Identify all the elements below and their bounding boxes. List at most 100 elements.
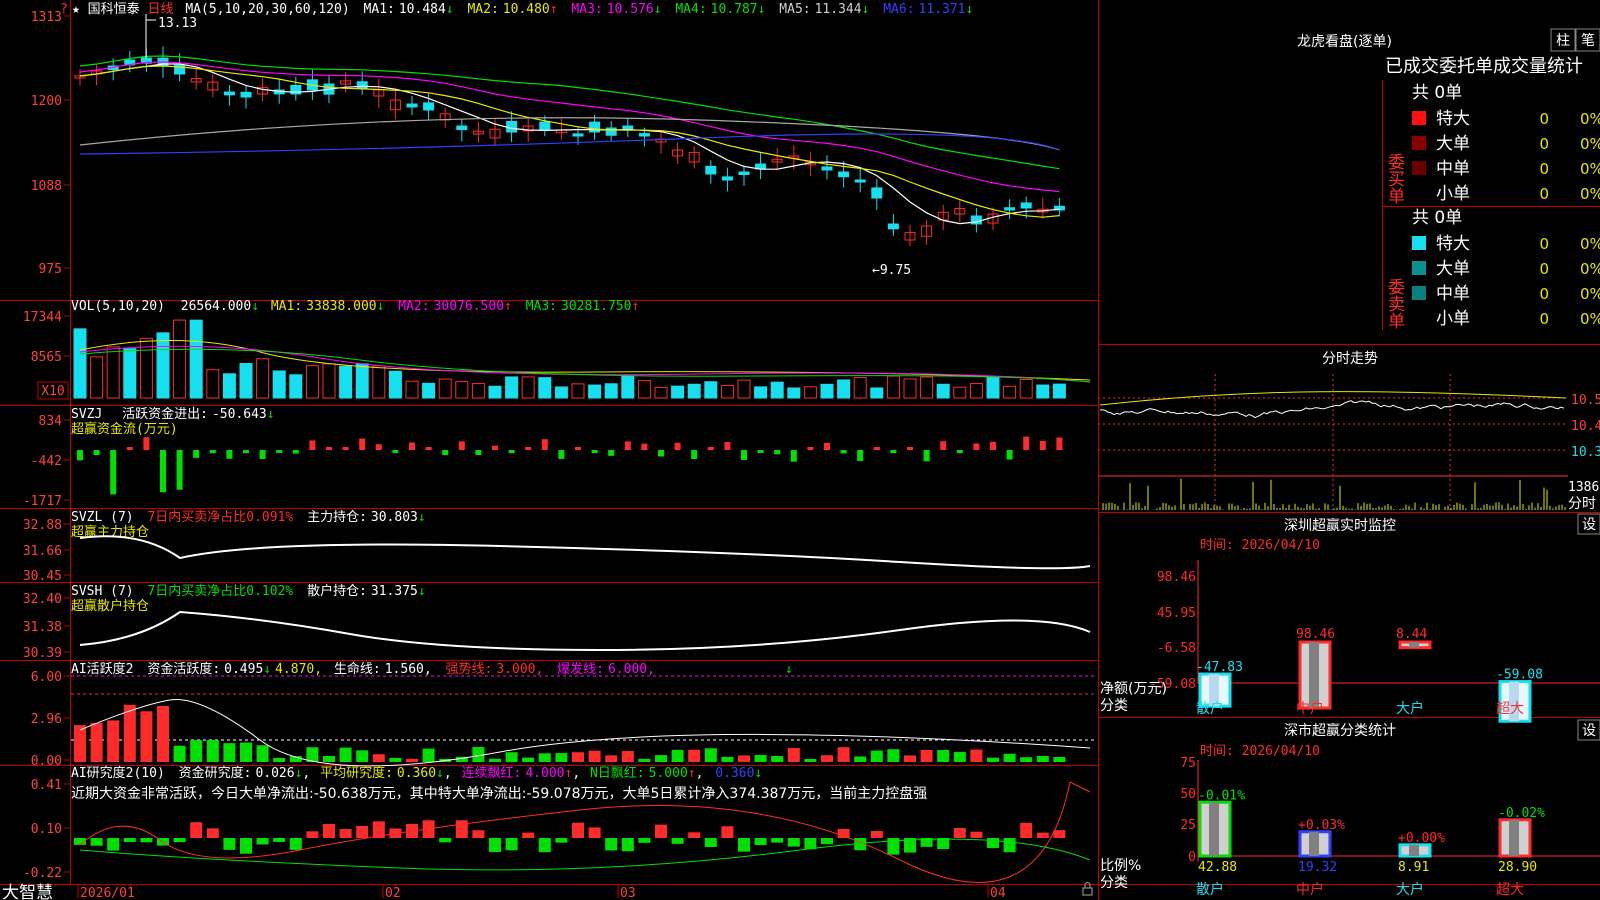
fund-flow-bar [458, 441, 465, 450]
activity-bar [655, 755, 667, 762]
candle [705, 165, 717, 175]
ss-bar-name: 超大 [1496, 882, 1524, 898]
vol-title: VOL(5,10,20) [71, 299, 165, 314]
intraday-ytick: 10.57 [1571, 393, 1600, 408]
fund-flow-bar [276, 450, 283, 453]
vol-ytick: 17344 [23, 310, 62, 325]
ss-date: 时间: 2026/04/10 [1200, 744, 1320, 759]
lifeline-value: 1.560 [385, 662, 424, 677]
candle [539, 121, 551, 131]
research-bar [804, 838, 817, 850]
fund-flow-bar [857, 450, 864, 461]
vol-ma1-arrow: ↓ [377, 299, 385, 314]
candle [838, 171, 850, 178]
candle [506, 120, 518, 133]
favorite-star-icon[interactable]: ★ [72, 2, 80, 17]
sell-label: 委卖单 [1384, 278, 1405, 329]
activity-bar [107, 720, 120, 762]
buy-row-name: 特大 [1436, 109, 1470, 129]
kline-ytick: 1200 [31, 94, 62, 109]
sz-bar-name: 中户 [1296, 700, 1324, 717]
volume-bar [837, 379, 851, 399]
fund-flow-bar [641, 443, 648, 450]
svzj-label: 活跃资金进出: [122, 406, 208, 422]
activity-bar [339, 747, 352, 762]
activity-bar [389, 757, 402, 762]
fund-flow-bar [193, 450, 200, 458]
ai2-arrow4: ↑ [688, 766, 696, 781]
volume-bar [222, 373, 236, 399]
volume-bar [820, 383, 834, 399]
volume-bar [90, 356, 104, 399]
candle [456, 125, 468, 131]
activity-bar [74, 725, 86, 762]
volume-bar [571, 383, 585, 399]
buy-row-pct: 0% [1580, 110, 1600, 128]
ai1-value: 0.495 [224, 662, 263, 677]
lock-icon[interactable] [1082, 887, 1093, 896]
activity-bar [173, 745, 186, 762]
fund-flow-bar [342, 447, 349, 450]
research-bar [787, 838, 800, 847]
ai2-ytick: 0.10 [31, 822, 62, 837]
intraday-ytick: 10.37 [1571, 445, 1600, 460]
fund-flow-bar [658, 450, 664, 457]
research-bar [688, 832, 701, 838]
bar-mode-label: 柱 [1556, 33, 1570, 49]
retail-holding-line [79, 610, 1091, 652]
volume-bar [986, 376, 1000, 399]
candle [871, 187, 883, 199]
sell-row-name: 小单 [1436, 309, 1470, 329]
low-label: ←9.75 [872, 263, 911, 278]
ma1-value: 10.484 [399, 2, 446, 17]
vol-arrow: ↓ [251, 299, 259, 314]
sz-bar [1298, 640, 1332, 710]
kline-ytick: 1088 [31, 179, 62, 194]
fund-flow-bar [956, 450, 963, 453]
fund-flow-bar [259, 450, 266, 460]
volume-bar [803, 386, 817, 399]
fund-flow-bar [508, 450, 515, 453]
research-bar [472, 830, 485, 838]
sz-bar-name: 大户 [1396, 700, 1424, 717]
research-bar [555, 838, 568, 843]
activity-bar [555, 753, 568, 762]
intraday-chart[interactable] [1098, 374, 1568, 510]
ma5-label: MA5: [779, 2, 810, 17]
order-stats-tabs[interactable]: 已成交委托单成交量统计 [1385, 56, 1583, 77]
ss-bar-shade [1509, 819, 1519, 856]
research-bar [489, 838, 501, 853]
ai1-label: 资金活跃度: [147, 661, 220, 677]
candle [887, 223, 899, 230]
ss-bar-shade [1309, 831, 1319, 856]
buy-row-count: 0 [1539, 160, 1549, 178]
activity-bar [837, 747, 850, 762]
activity-bar [970, 749, 983, 762]
question-icon[interactable]: ? [60, 2, 68, 17]
ss-ytick: 50 [1180, 787, 1196, 802]
fund-flow-bar [492, 445, 498, 450]
fund-flow-bar [840, 450, 847, 454]
vol-ma3-arrow: ↑ [631, 299, 639, 314]
volume-bar [355, 363, 369, 399]
ai2-label2: 平均研究度: [320, 765, 393, 781]
volume-bar [787, 387, 801, 399]
fund-flow-bar [1039, 440, 1046, 450]
activity-bar [821, 755, 833, 762]
period-label[interactable]: 日线 [148, 2, 174, 17]
volume-bar [687, 383, 701, 399]
fund-flow-bar [741, 450, 747, 460]
research-bar [771, 838, 784, 843]
fund-flow-bar [160, 450, 166, 493]
volume-bar [704, 381, 718, 399]
activity-bar [605, 755, 618, 762]
date-tick: 02 [385, 886, 401, 900]
volume-bar [720, 384, 734, 399]
volume-bar [886, 375, 900, 399]
research-bar [240, 838, 252, 854]
research-bar [987, 838, 999, 849]
lifeline-label: 生命线: [334, 661, 381, 677]
ss-stats-title: 深市超赢分类统计 [1284, 722, 1396, 739]
sell-swatch [1412, 311, 1426, 325]
sz-date: 时间: 2026/04/10 [1200, 538, 1320, 553]
